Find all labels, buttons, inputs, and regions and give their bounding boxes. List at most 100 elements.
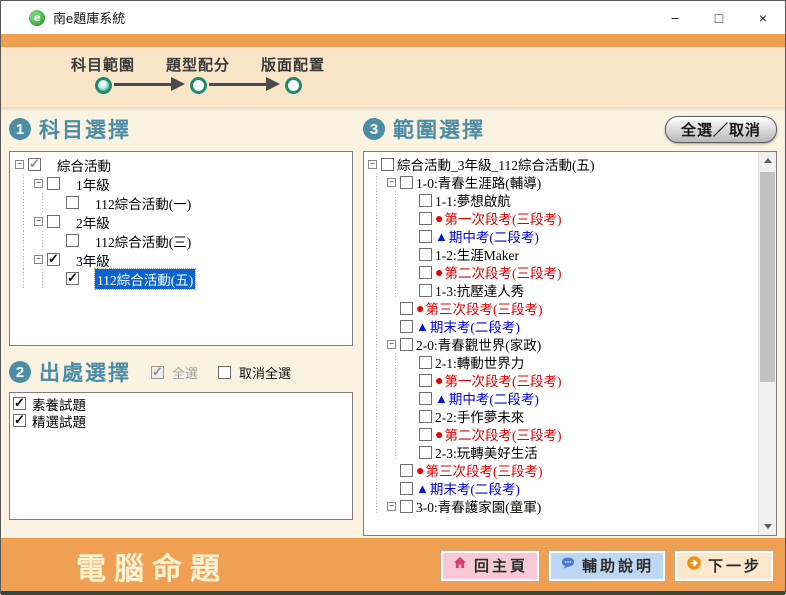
tree-item-checkbox[interactable] [419,428,432,441]
source-list-panel: 素養試題精選試題 [9,392,353,520]
tree-item[interactable]: 112綜合活動(一) [15,193,352,212]
tree-item-checkbox[interactable] [419,230,432,243]
tree-collapse-icon[interactable]: − [34,217,43,226]
tree-collapse-icon[interactable]: − [387,502,396,511]
tree-item[interactable]: 2-1:轉動世界力 [368,353,776,371]
tree-item-checkbox[interactable] [419,266,432,279]
help-button[interactable]: 輔助說明 [549,551,665,581]
tree-item-checkbox[interactable] [400,320,413,333]
tree-item-checkbox[interactable] [419,356,432,369]
tree-item[interactable]: ▲期末考(二段考) [368,479,776,497]
tree-item[interactable]: 112綜合活動(三) [15,231,352,250]
tree-item-checkbox[interactable] [400,302,413,315]
source-list-item[interactable]: 素養試題 [13,395,352,412]
tree-item[interactable]: 2-3:玩轉美好生活 [368,443,776,461]
tree-item-checkbox[interactable] [381,158,394,171]
source-list-item[interactable]: 精選試題 [13,412,352,429]
tree-item[interactable]: 1-2:生涯Maker [368,245,776,263]
deselect-all-checkbox-group[interactable]: 取消全選 [218,363,291,382]
tree-item-checkbox[interactable] [419,284,432,297]
source-item-checkbox[interactable] [13,414,26,427]
tree-collapse-icon[interactable]: − [34,179,43,188]
tree-guide-line [15,269,34,288]
tree-item-checkbox[interactable] [419,446,432,459]
tree-item-checkbox[interactable] [419,392,432,405]
left-column: 1 科目選擇 −綜合活動−1年級112綜合活動(一)−2年級112綜合活動(三)… [9,113,353,520]
section-number-1-icon: 1 [9,118,31,140]
maximize-button[interactable]: □ [697,1,741,34]
tree-collapse-icon[interactable]: − [387,178,396,187]
next-step-button[interactable]: 下一步 [675,551,773,581]
home-button-label: 回主頁 [474,555,528,576]
tree-guide-line [387,227,406,245]
tree-item[interactable]: ▲期中考(二段考) [368,227,776,245]
section-number-3-icon: 3 [363,118,385,140]
tree-item-checkbox[interactable] [419,248,432,261]
tree-item[interactable]: 112綜合活動(五) [15,269,352,288]
tree-item-label: 第一次段考(三段考) [444,208,561,228]
tree-item[interactable]: 2-2:手作夢未來 [368,407,776,425]
step-circle-2-icon[interactable] [190,77,207,94]
select-all-toggle-button[interactable]: 全選／取消 [665,116,777,143]
tree-collapse-icon[interactable]: − [368,160,377,169]
tree-item[interactable]: ●第三次段考(三段考) [368,461,776,479]
tree-item-checkbox[interactable] [419,194,432,207]
tree-item-checkbox[interactable] [419,410,432,423]
home-button[interactable]: 回主頁 [441,551,539,581]
step-circle-3-icon[interactable] [285,77,302,94]
tree-item-label: 第一次段考(三段考) [444,370,561,390]
tree-item-checkbox[interactable] [47,253,60,266]
tree-item[interactable]: 1-3:抗壓達人秀 [368,281,776,299]
tree-item-checkbox[interactable] [400,464,413,477]
tree-item-checkbox[interactable] [419,212,432,225]
vertical-scrollbar[interactable] [758,152,776,535]
tree-item-checkbox[interactable] [400,176,413,189]
select-all-checkbox-group[interactable]: 全選 [151,363,198,382]
tree-item[interactable]: −綜合活動_3年級_112綜合活動(五) [368,155,776,173]
tree-item-checkbox[interactable] [47,177,60,190]
tree-item-checkbox[interactable] [400,482,413,495]
tree-collapse-icon[interactable]: − [34,255,43,264]
background-window-strip [1,591,785,595]
source-item-checkbox[interactable] [13,397,26,410]
tree-item[interactable]: −綜合活動 [15,155,352,174]
tree-collapse-icon[interactable]: − [15,160,24,169]
tree-item[interactable]: 1-1:夢想啟航 [368,191,776,209]
tree-item-checkbox[interactable] [66,234,79,247]
scroll-down-icon[interactable] [759,518,776,535]
tree-item[interactable]: −2年級 [15,212,352,231]
tree-item-label: 112綜合活動(五) [95,269,195,289]
tree-collapse-icon[interactable]: − [387,340,396,349]
tree-item[interactable]: ●第二次段考(三段考) [368,425,776,443]
step-circle-1-active-icon[interactable] [95,77,112,94]
select-all-checkbox[interactable] [151,366,164,379]
tree-item[interactable]: ▲期中考(二段考) [368,389,776,407]
tree-item[interactable]: −1年級 [15,174,352,193]
tree-guide-line [368,299,387,317]
tree-item-checkbox[interactable] [66,272,79,285]
blue-triangle-icon: ▲ [435,230,448,243]
tree-item-checkbox[interactable] [419,374,432,387]
tree-item[interactable]: ●第一次段考(三段考) [368,371,776,389]
tree-item-checkbox[interactable] [400,500,413,513]
subject-tree-panel: −綜合活動−1年級112綜合活動(一)−2年級112綜合活動(三)−3年級112… [9,151,353,346]
tree-item[interactable]: −3年級 [15,250,352,269]
close-button[interactable]: × [741,1,785,34]
tree-item[interactable]: ●第二次段考(三段考) [368,263,776,281]
scrollbar-thumb[interactable] [760,172,775,382]
title-bar: e 南e題庫系統 − □ × [1,1,785,34]
tree-item[interactable]: ●第三次段考(三段考) [368,299,776,317]
tree-item[interactable]: −2-0:青春觀世界(家政) [368,335,776,353]
app-icon: e [29,10,45,26]
tree-item[interactable]: ●第一次段考(三段考) [368,209,776,227]
tree-item[interactable]: −3-0:青春護家園(童軍) [368,497,776,515]
tree-item[interactable]: ▲期末考(二段考) [368,317,776,335]
tree-item-checkbox[interactable] [400,338,413,351]
minimize-button[interactable]: − [653,1,697,34]
scroll-up-icon[interactable] [759,152,776,169]
tree-item-checkbox[interactable] [66,196,79,209]
tree-item-checkbox[interactable] [28,158,41,171]
tree-item-checkbox[interactable] [47,215,60,228]
deselect-all-checkbox[interactable] [218,366,231,379]
tree-item[interactable]: −1-0:青春生涯路(輔導) [368,173,776,191]
